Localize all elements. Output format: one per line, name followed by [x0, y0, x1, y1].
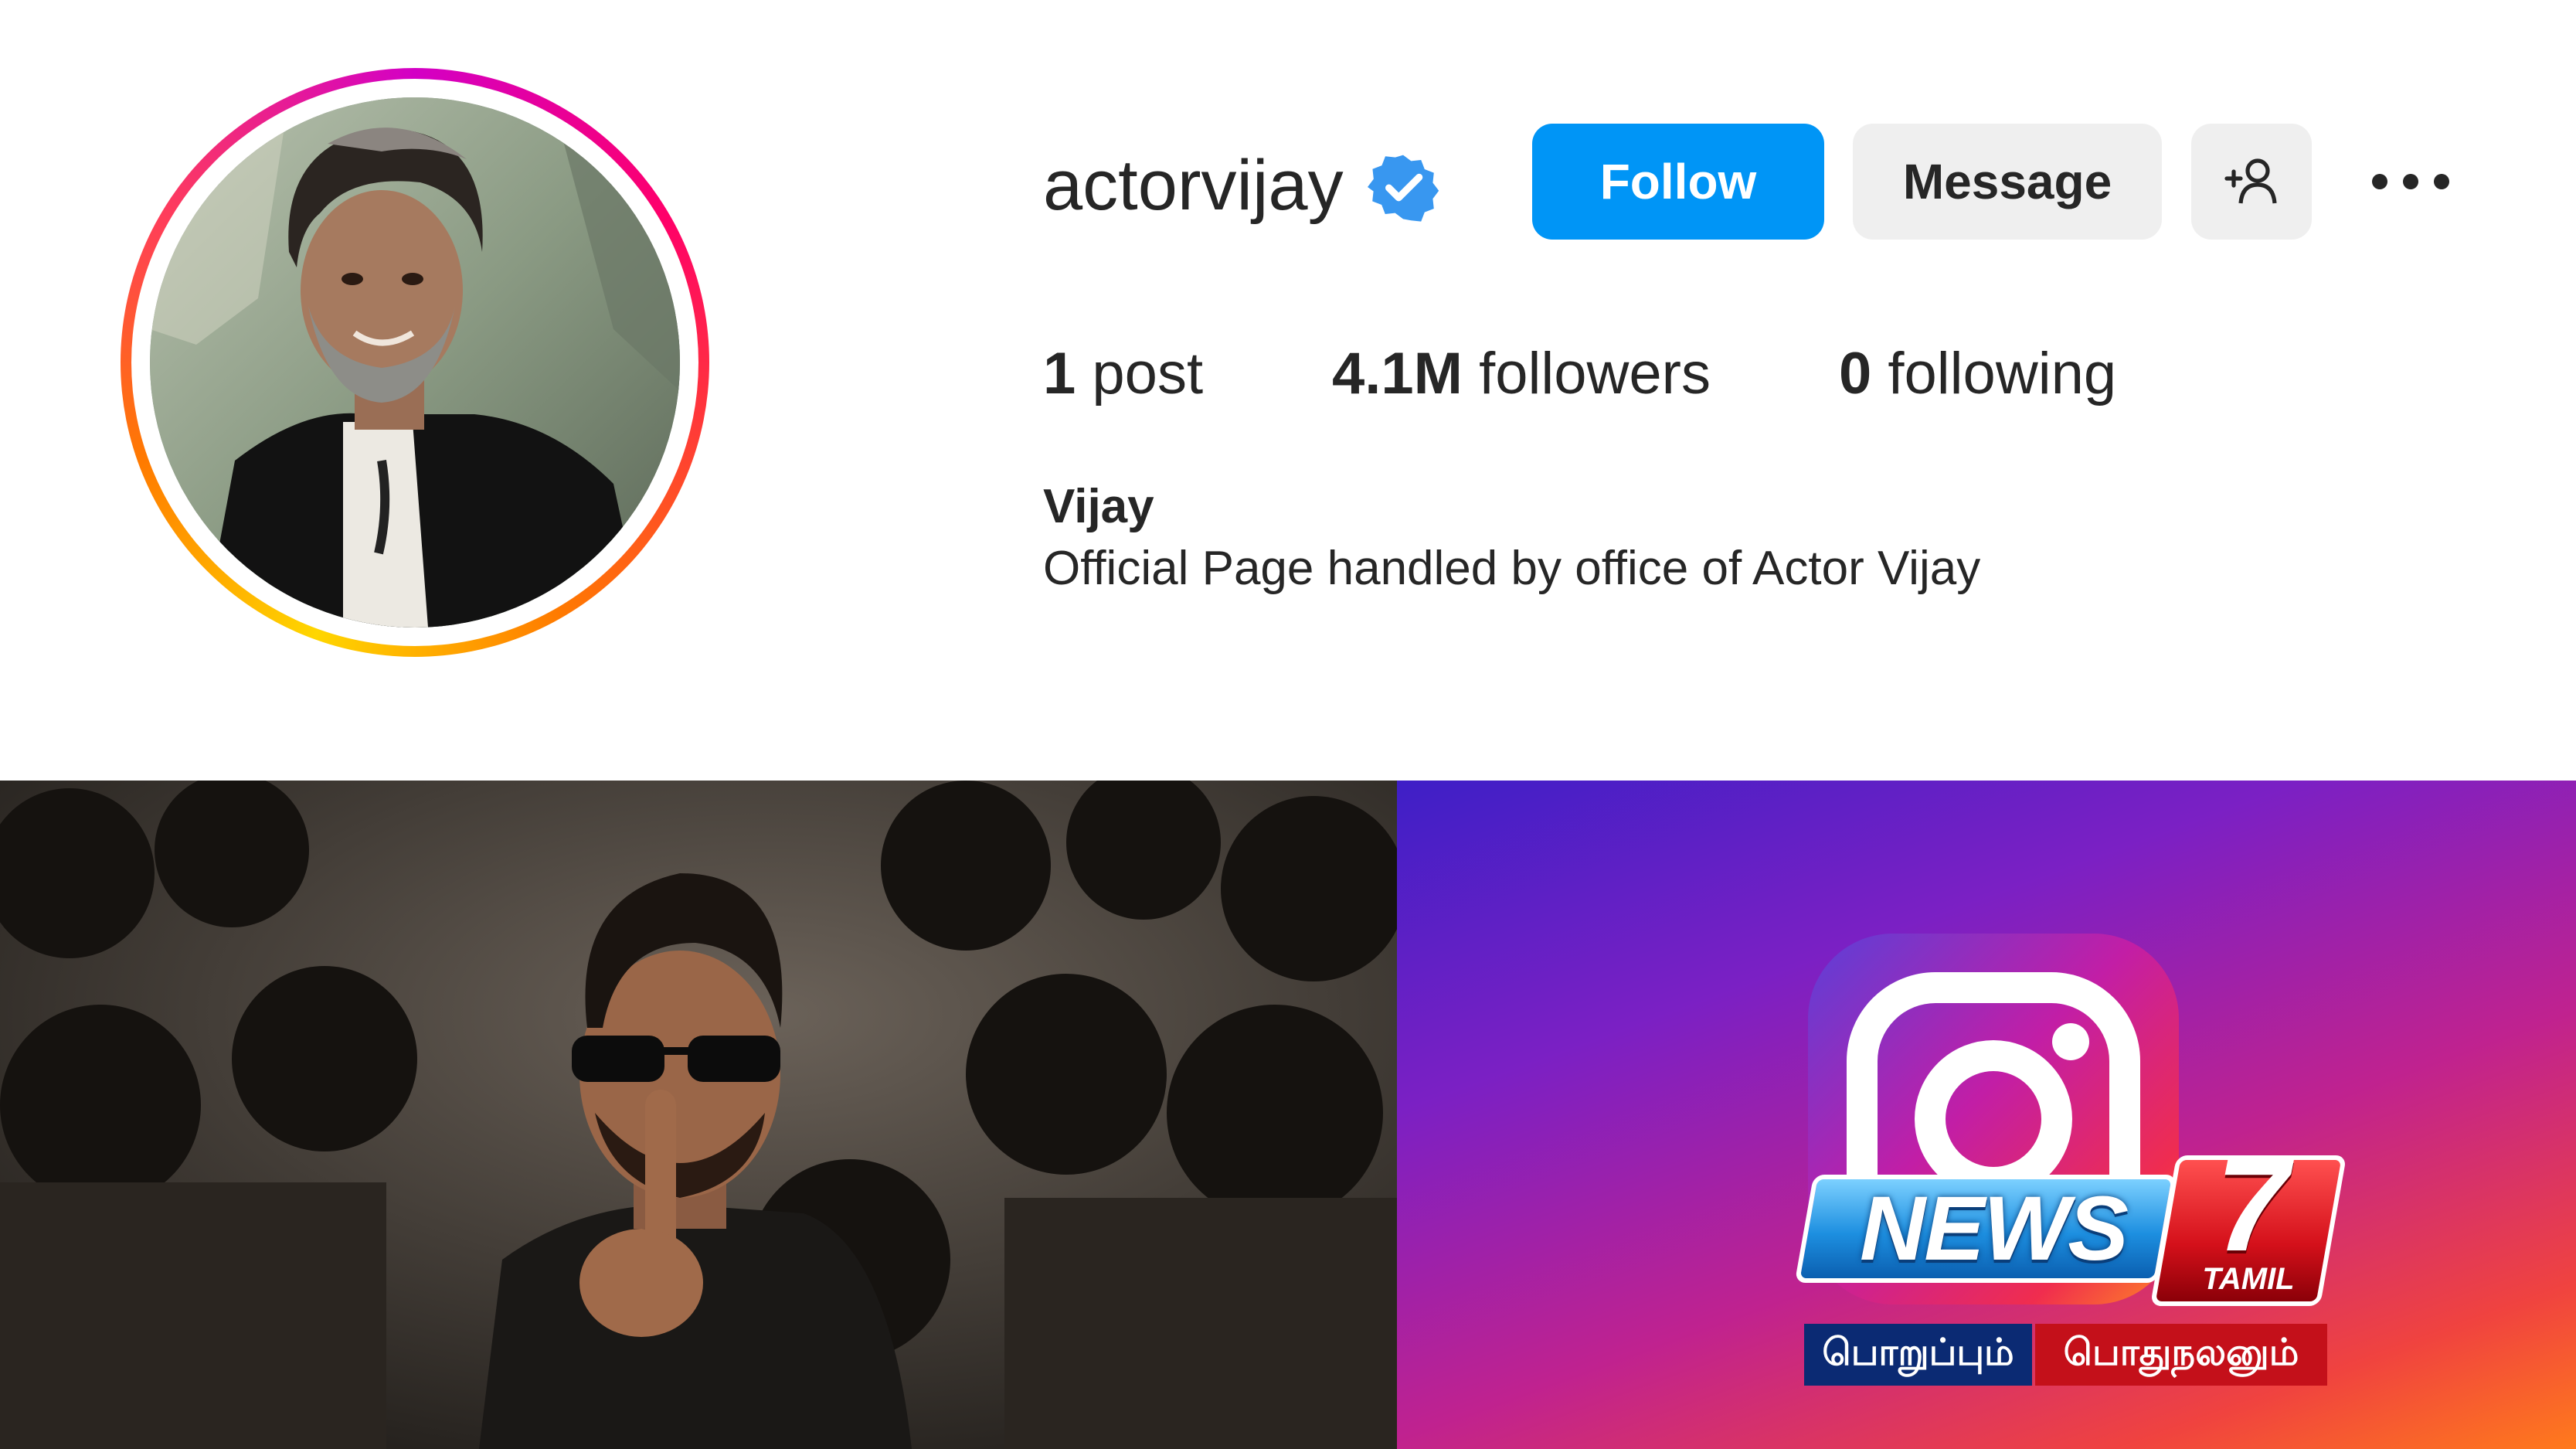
full-name: Vijay — [1043, 480, 1154, 533]
username[interactable]: actorvijay — [1043, 145, 1344, 226]
followers-number: 4.1M — [1332, 341, 1463, 406]
movie-poster-image — [0, 781, 1397, 1449]
following-label: following — [1888, 341, 2117, 406]
more-options-icon[interactable] — [2364, 155, 2457, 209]
poster-illustration — [0, 781, 1397, 1449]
bio-text: Official Page handled by office of Actor… — [1043, 542, 1981, 595]
posts-number: 1 — [1043, 341, 1076, 406]
add-user-icon — [2224, 158, 2277, 204]
following-number: 0 — [1839, 341, 1872, 406]
posts-count: 1 post — [1043, 340, 1203, 407]
news-logo-text: NEWS — [1860, 1178, 2129, 1280]
avatar[interactable] — [150, 97, 680, 628]
add-user-button[interactable] — [2191, 124, 2312, 240]
followers-link[interactable]: 4.1M followers — [1332, 340, 1711, 407]
tagline-right: பொதுநலனும் — [2035, 1324, 2327, 1386]
message-button[interactable]: Message — [1853, 124, 2162, 240]
follow-button[interactable]: Follow — [1532, 124, 1824, 240]
seven-logo-digit: 7 — [2215, 1132, 2289, 1279]
verified-badge-icon — [1368, 155, 1439, 222]
following-link[interactable]: 0 following — [1839, 340, 2116, 407]
tamil-logo-label: TAMIL — [2202, 1261, 2295, 1296]
posts-label: post — [1092, 341, 1204, 406]
tagline-left: பொறுப்பும் — [1804, 1324, 2032, 1386]
followers-label: followers — [1479, 341, 1711, 406]
avatar-photo — [150, 97, 680, 628]
